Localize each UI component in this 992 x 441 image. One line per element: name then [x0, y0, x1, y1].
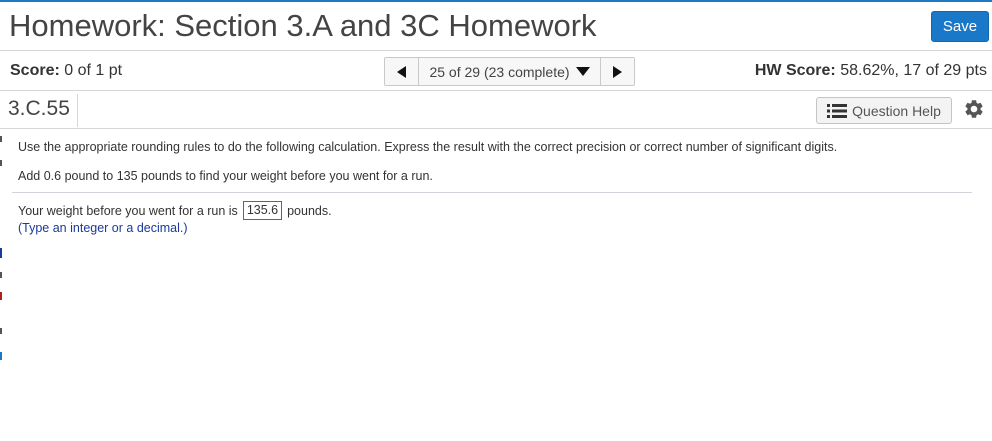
triangle-left-icon [397, 65, 406, 78]
edge-fragment [0, 248, 2, 258]
score: Score: 0 of 1 pt [10, 62, 122, 80]
question-bar: 3.C.55 Question Help [0, 91, 992, 129]
score-label: Score: [10, 62, 60, 79]
question-help-button[interactable]: Question Help [816, 97, 952, 124]
hw-score-label: HW Score: [754, 62, 836, 79]
score-bar: Score: 0 of 1 pt 25 of 29 (23 complete) … [0, 50, 992, 91]
answer-suffix: pounds. [287, 203, 332, 218]
next-question-button[interactable] [600, 58, 634, 85]
question-dropdown[interactable]: 25 of 29 (23 complete) [419, 58, 600, 85]
edge-fragment [0, 272, 2, 278]
edge-fragment [0, 136, 2, 142]
edge-fragment [0, 328, 2, 334]
edge-fragment [0, 292, 2, 300]
triangle-down-icon [575, 67, 590, 76]
question-position-label: 25 of 29 (23 complete) [429, 63, 570, 80]
triangle-right-icon [613, 65, 622, 78]
answer-line: Your weight before you went for a run is… [18, 201, 332, 220]
answer-hint: (Type an integer or a decimal.) [18, 221, 188, 235]
answer-prefix: Your weight before you went for a run is [18, 203, 238, 218]
page-title: Homework: Section 3.A and 3C Homework [9, 8, 597, 43]
hw-score: HW Score: 58.62%, 17 of 29 pts [755, 62, 987, 80]
question-help-label: Question Help [852, 102, 941, 119]
question-navigator: 25 of 29 (23 complete) [384, 57, 635, 86]
previous-question-button[interactable] [385, 58, 419, 85]
hw-score-value: 58.62%, 17 of 29 pts [840, 62, 987, 79]
answer-input[interactable]: 135.6 [242, 201, 283, 220]
question-id: 3.C.55 [8, 97, 70, 120]
list-icon [827, 103, 848, 118]
edge-fragment [0, 160, 2, 166]
edge-fragment [0, 352, 2, 360]
score-value: 0 of 1 pt [64, 62, 123, 79]
question-task: Add 0.6 pound to 135 pounds to find your… [18, 169, 433, 183]
content-divider [12, 192, 972, 193]
left-edge-fragments [0, 100, 4, 400]
question-id-divider [77, 94, 78, 127]
save-button[interactable]: Save [931, 11, 989, 42]
page-header: Homework: Section 3.A and 3C Homework Sa… [0, 2, 992, 50]
gear-icon[interactable] [963, 98, 985, 120]
question-instructions: Use the appropriate rounding rules to do… [18, 140, 838, 154]
